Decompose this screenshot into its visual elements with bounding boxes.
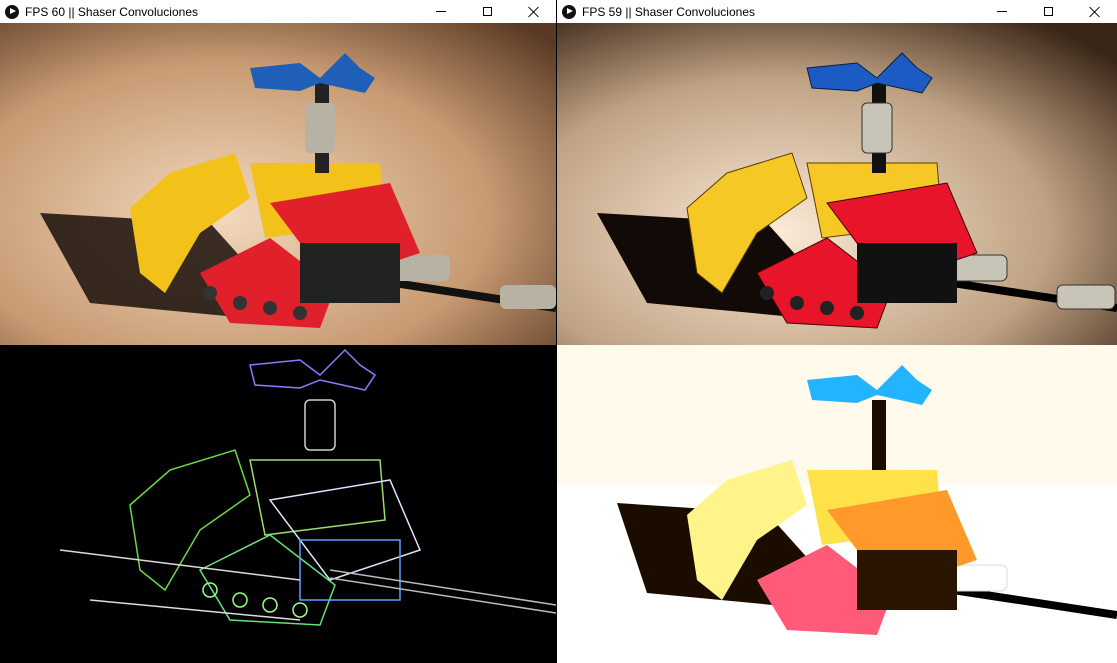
maximize-button[interactable] [464,0,510,23]
render-canvas [557,23,1117,345]
close-button[interactable] [510,0,556,23]
minimize-icon [436,11,446,12]
maximize-icon [1043,7,1053,16]
window-title: FPS 60 || Shaser Convoluciones [25,4,198,19]
app-icon [5,4,19,19]
close-icon [527,6,539,18]
window-original: FPS 60 || Shaser Convoluciones [0,0,556,345]
close-icon [1088,6,1100,18]
maximize-button[interactable] [1025,0,1071,23]
brighten-view [557,345,1117,663]
window-controls [979,0,1117,23]
lego-photo-sharpened [557,23,1117,345]
close-button[interactable] [1071,0,1117,23]
lego-photo-original [0,23,556,345]
minimize-icon [997,11,1007,12]
window-controls [418,0,556,23]
minimize-button[interactable] [979,0,1025,23]
edge-detect-view [0,345,556,663]
render-canvas [0,23,556,345]
lego-photo-bright [557,345,1117,663]
title-bar[interactable]: FPS 59 || Shaser Convoluciones [557,0,1117,23]
minimize-button[interactable] [418,0,464,23]
lego-photo-edges [59,348,556,626]
title-bar[interactable]: FPS 60 || Shaser Convoluciones [0,0,556,23]
maximize-icon [482,7,492,16]
window-title: FPS 59 || Shaser Convoluciones [582,4,755,19]
app-icon [562,4,576,19]
window-sharpen: FPS 59 || Shaser Convoluciones [557,0,1117,345]
